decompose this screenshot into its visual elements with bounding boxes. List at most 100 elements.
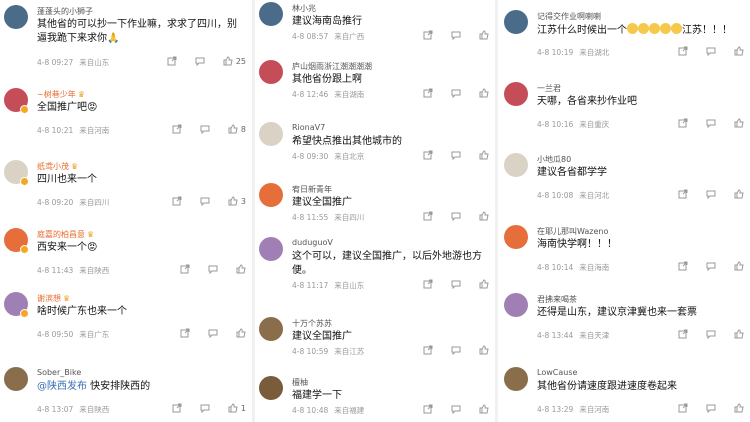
username[interactable]: RionaV7 [292,123,325,132]
comment-column-1: 蓬蓬头的小狮子 其他省的可以抄一下作业嘛，求求了四川，别逼我跪下来求你🙏 4-8 0… [0,0,252,422]
user-avatar[interactable] [504,293,528,317]
like-button[interactable] [479,150,489,160]
reply-icon[interactable] [208,264,218,274]
like-button[interactable]: 1 [228,403,246,413]
reply-icon[interactable] [451,279,461,289]
like-button[interactable]: 8 [228,124,246,134]
user-avatar[interactable] [259,2,283,26]
like-button[interactable]: 3 [228,196,246,206]
share-icon[interactable] [172,196,182,206]
reply-icon[interactable] [451,404,461,414]
share-icon[interactable] [423,30,433,40]
like-button[interactable] [734,329,744,339]
user-avatar[interactable] [504,225,528,249]
share-icon[interactable] [167,56,177,66]
reply-icon[interactable] [451,30,461,40]
reply-icon[interactable] [706,403,716,413]
like-button[interactable] [734,189,744,199]
username[interactable]: 小地瓜80 [537,154,571,165]
username[interactable]: ~树巷少年 ♛ [37,89,85,100]
user-avatar[interactable] [4,5,28,29]
user-avatar[interactable] [259,122,283,146]
user-avatar[interactable] [504,82,528,106]
like-button[interactable] [734,403,744,413]
emoji-icon [660,23,671,34]
like-button[interactable] [734,261,744,271]
like-button[interactable] [479,404,489,414]
username[interactable]: 君拂来喝茶 [537,294,577,305]
share-icon[interactable] [172,124,182,134]
comment-location: 来自河北 [579,191,610,200]
reply-icon[interactable] [200,196,210,206]
share-icon[interactable] [180,328,190,338]
username[interactable]: 林小兆 [292,3,316,14]
share-icon[interactable] [678,261,688,271]
mention-link[interactable]: @陕西发布 [37,381,87,392]
user-avatar[interactable] [259,317,283,341]
share-icon[interactable] [423,211,433,221]
username[interactable]: 在耶儿那叫Wazeno [537,226,608,237]
share-icon[interactable] [678,46,688,56]
share-icon[interactable] [678,118,688,128]
reply-icon[interactable] [706,329,716,339]
user-avatar[interactable] [259,183,283,207]
username[interactable]: 十万个苏苏 [292,318,332,329]
share-icon[interactable] [172,403,182,413]
like-button[interactable] [236,328,246,338]
share-icon[interactable] [678,189,688,199]
username[interactable]: LowCause [537,368,577,377]
comment-body: 快安排陕西的 [87,381,151,392]
like-button[interactable]: 25 [223,56,246,66]
username[interactable]: 庭嘉的柏昌意 ♛ [37,229,94,240]
reply-icon[interactable] [706,189,716,199]
user-avatar[interactable] [259,237,283,261]
like-button[interactable] [479,279,489,289]
comment-actions: 8 [172,124,246,134]
username[interactable]: 谢滨想 ♛ [37,293,70,304]
share-icon[interactable] [180,264,190,274]
share-icon[interactable] [678,403,688,413]
like-button[interactable] [734,118,744,128]
user-avatar[interactable] [259,376,283,400]
reply-icon[interactable] [451,150,461,160]
reply-icon[interactable] [200,403,210,413]
like-button[interactable] [734,46,744,56]
share-icon[interactable] [423,150,433,160]
share-icon[interactable] [423,88,433,98]
share-icon[interactable] [423,279,433,289]
user-avatar[interactable] [504,10,528,34]
reply-icon[interactable] [451,88,461,98]
username[interactable]: 檀柚 [292,377,308,388]
comment-meta: 4-8 12:46 来自湖南 [292,89,364,100]
username[interactable]: 庐山烟雨浙江潮潮潮潮 [292,61,372,72]
share-icon[interactable] [678,329,688,339]
like-button[interactable] [479,30,489,40]
reply-icon[interactable] [706,261,716,271]
reply-icon[interactable] [200,124,210,134]
like-button[interactable] [236,264,246,274]
user-avatar[interactable] [4,367,28,391]
comment-item: Sober_Bike @陕西发布 快安排陕西的 4-8 13:07 来自陕西 1 [0,367,252,422]
username[interactable]: 记得交作业啊喇喇 [537,11,601,22]
username[interactable]: 宥日新青年 [292,184,332,195]
reply-icon[interactable] [208,328,218,338]
like-button[interactable] [479,345,489,355]
reply-icon[interactable] [195,56,205,66]
share-icon[interactable] [423,345,433,355]
username[interactable]: 一兰君 [537,83,561,94]
username[interactable]: 纸鸢小茂 ♛ [37,161,78,172]
username[interactable]: duduguoV [292,238,333,247]
reply-icon[interactable] [451,345,461,355]
like-button[interactable] [479,88,489,98]
username[interactable]: Sober_Bike [37,368,81,377]
share-icon[interactable] [423,404,433,414]
user-avatar[interactable] [504,367,528,391]
user-avatar[interactable] [504,153,528,177]
comment-actions [678,46,744,56]
reply-icon[interactable] [451,211,461,221]
like-button[interactable] [479,211,489,221]
reply-icon[interactable] [706,46,716,56]
username[interactable]: 蓬蓬头的小狮子 [37,6,93,17]
reply-icon[interactable] [706,118,716,128]
user-avatar[interactable] [259,60,283,84]
